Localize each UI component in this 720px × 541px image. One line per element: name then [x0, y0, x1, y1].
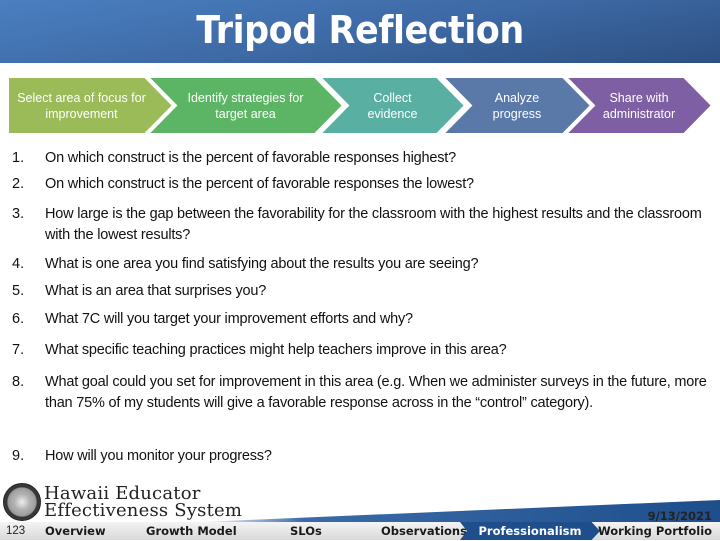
question-text: What goal could you set for improvement …	[45, 374, 707, 411]
step-label: Collect evidence	[367, 90, 418, 121]
step-identify-strategies: Identify strategies for target area	[148, 77, 343, 134]
slide-date: 9/13/2021	[647, 509, 712, 523]
question-text: How will you monitor your progress?	[45, 448, 272, 464]
slide-title: Tripod Reflection	[196, 8, 524, 52]
question-text: What 7C will you target your improvement…	[45, 311, 413, 327]
question-number: 3.	[12, 206, 25, 222]
nav-slos[interactable]: SLOs	[290, 522, 322, 540]
logo-line-2: Effectiveness System	[44, 500, 243, 521]
nav-overview[interactable]: Overview	[45, 522, 106, 540]
footer-swoosh	[200, 500, 720, 522]
nav-growth-model[interactable]: Growth Model	[146, 522, 237, 540]
nav-professionalism[interactable]: Professionalism	[460, 522, 600, 540]
step-label: Analyze progress	[492, 90, 542, 121]
process-chevrons: Select area of focus for improvement Ide…	[0, 77, 720, 134]
question-number: 9.	[12, 448, 25, 464]
page-number: 123	[6, 525, 26, 537]
title-bar: Tripod Reflection	[0, 0, 720, 63]
question-number: 1.	[12, 150, 25, 166]
step-label: Select area of focus for improvement	[17, 90, 146, 121]
question-text: What is one area you find satisfying abo…	[45, 256, 479, 272]
state-seal-logo	[3, 483, 41, 521]
question-text: On which construct is the percent of fav…	[45, 176, 474, 192]
question-text: What specific teaching practices might h…	[45, 342, 507, 358]
footer: Hawaii Educator Effectiveness System 9/1…	[0, 480, 720, 540]
step-label: Identify strategies for target area	[187, 90, 304, 121]
question-text: On which construct is the percent of fav…	[45, 150, 456, 166]
hees-logo-text: Hawaii Educator Effectiveness System	[44, 485, 243, 521]
question-number: 6.	[12, 311, 25, 327]
question-number: 7.	[12, 342, 25, 358]
nav-working-portfolio[interactable]: Working Portfolio	[598, 522, 712, 540]
question-number: 2.	[12, 176, 25, 192]
step-label: Share with administrator	[602, 90, 676, 121]
step-share-administrator: Share with administrator	[566, 77, 712, 134]
question-number: 5.	[12, 283, 25, 299]
question-number: 4.	[12, 256, 25, 272]
question-number: 8.	[12, 374, 25, 390]
nav-observations[interactable]: Observations	[381, 522, 467, 540]
question-text: What is an area that surprises you?	[45, 283, 267, 299]
question-text: How large is the gap between the favorab…	[45, 206, 702, 243]
